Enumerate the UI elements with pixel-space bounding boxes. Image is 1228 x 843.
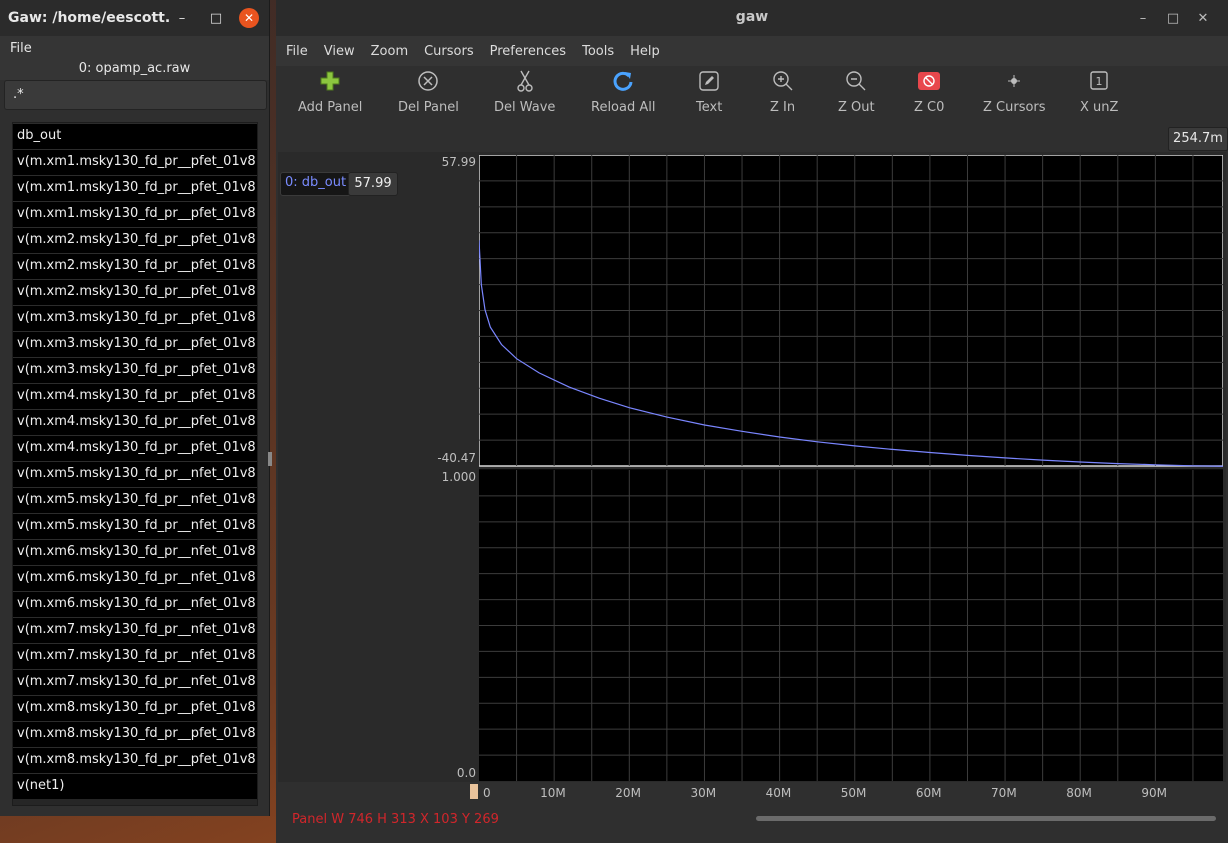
x-unzoom-icon: 1 [1088,66,1110,96]
wave-list-item[interactable]: db_out [13,123,257,149]
wave-list-item[interactable]: v(m.xm2.msky130_fd_pr__pfet_01v8 [13,279,257,305]
maximize-icon[interactable]: □ [1162,7,1184,29]
close-icon[interactable]: ✕ [1192,7,1214,29]
wave-list-item[interactable]: v(m.xm2.msky130_fd_pr__pfet_01v8 [13,253,257,279]
x-tick-label: 0 [483,786,491,800]
maximize-icon[interactable]: □ [205,7,227,29]
wave-list-item[interactable]: v(m.xm2.msky130_fd_pr__pfet_01v8 [13,227,257,253]
close-icon[interactable]: ✕ [239,8,259,28]
x-axis-labels: 0 10M 20M 30M 40M 50M 60M 70M 80M 90M [276,786,1228,804]
wave-list-item[interactable]: v(m.xm8.msky130_fd_pr__pfet_01v8 [13,747,257,773]
horizontal-scrollbar[interactable] [756,816,1216,821]
main-window-title: gaw [735,9,769,25]
menu-zoom[interactable]: Zoom [371,44,408,59]
wave-list-item[interactable]: v(m.xm8.msky130_fd_pr__pfet_01v8 [13,695,257,721]
x-tick-label: 50M [840,786,867,800]
svg-text:1: 1 [1096,75,1103,88]
menu-file[interactable]: File [286,44,308,59]
del-wave-button[interactable]: Del Wave [494,66,555,115]
wave-filter-input[interactable]: .* [4,80,267,110]
wave-list-item[interactable]: v(m.xm7.msky130_fd_pr__nfet_01v8 [13,617,257,643]
wave-list-item[interactable]: v(m.xm1.msky130_fd_pr__pfet_01v8 [13,201,257,227]
wave-list-item[interactable]: v(m.xm4.msky130_fd_pr__pfet_01v8 [13,435,257,461]
left-menubar: File [0,36,269,60]
menu-file[interactable]: File [10,41,32,56]
raw-file-label: 0: opamp_ac.raw [0,60,269,80]
wave-list-item[interactable]: v(m.xm4.msky130_fd_pr__pfet_01v8 [13,383,257,409]
zoom-cursors-icon [1007,66,1021,96]
y-min-label-top: -40.47 [437,451,476,465]
wave-list-item[interactable]: v(m.xm3.msky130_fd_pr__pfet_01v8 [13,357,257,383]
wave-list-item[interactable]: v(m.xm5.msky130_fd_pr__nfet_01v8 [13,487,257,513]
wave-list-item[interactable]: v(m.xm6.msky130_fd_pr__nfet_01v8 [13,539,257,565]
wave-list-item[interactable]: v(m.xm6.msky130_fd_pr__nfet_01v8 [13,591,257,617]
wave-value: 57.99 [348,172,398,196]
wave-list-window: Gaw: /home/eescott... – □ ✕ File 0: opam… [0,0,270,816]
main-titlebar[interactable]: gaw – □ ✕ [276,0,1228,36]
gaw-main-window: gaw – □ ✕ File View Zoom Cursors Prefere… [276,0,1228,843]
wave-list-item[interactable]: v(m.xm6.msky130_fd_pr__nfet_01v8 [13,565,257,591]
wave-list-item[interactable]: v(m.xm7.msky130_fd_pr__nfet_01v8 [13,643,257,669]
cursor-readout: 254.7m [1168,127,1228,151]
scissors-icon [514,66,536,96]
y-max-label-top: 57.99 [441,155,476,169]
zoom-in-icon [772,66,794,96]
x-tick-label: 20M [615,786,641,800]
wave-list-item[interactable]: v(m.xm8.msky130_fd_pr__pfet_01v8 [13,721,257,747]
x-unzoom-button[interactable]: 1 X unZ [1080,66,1118,115]
zoom-out-button[interactable]: Z Out [838,66,875,115]
x-tick-label: 10M [540,786,566,800]
pencil-icon [698,66,720,96]
x-tick-label: 40M [765,786,792,800]
del-panel-button[interactable]: Del Panel [398,66,459,115]
reload-all-button[interactable]: Reload All [591,66,655,115]
menu-cursors[interactable]: Cursors [424,44,474,59]
panel-bottom[interactable] [479,469,1223,781]
waveform-panels[interactable] [479,155,1223,781]
panel-top[interactable] [479,155,1223,467]
zoom-cursors-button[interactable]: Z Cursors [983,66,1046,115]
menu-tools[interactable]: Tools [582,44,614,59]
wave-list-item[interactable]: v(m.xm3.msky130_fd_pr__pfet_01v8 [13,331,257,357]
wave-list-item[interactable]: v(m.xm5.msky130_fd_pr__nfet_01v8 [13,461,257,487]
wave-list-item[interactable]: v(m.xm5.msky130_fd_pr__nfet_01v8 [13,513,257,539]
x-tick-label: 90M [1141,786,1167,800]
wave-button-db-out[interactable]: 0: db_out [280,172,352,196]
main-menubar: File View Zoom Cursors Preferences Tools… [276,36,1228,66]
minimize-icon[interactable]: – [171,7,193,29]
left-window-title: Gaw: /home/eescott... [8,10,171,26]
circle-x-icon [417,66,439,96]
wave-list-item[interactable]: v(m.xm7.msky130_fd_pr__nfet_01v8 [13,669,257,695]
y-min-label-bottom: 0.0 [456,766,476,780]
x-tick-label: 60M [915,786,942,800]
plus-icon [319,66,341,96]
toolbar: Add Panel Del Panel Del Wave Reload All … [276,66,1228,128]
wave-list[interactable]: db_out v(m.xm1.msky130_fd_pr__pfet_01v8 v(… [12,122,258,806]
x-tick-label: 70M [991,786,1017,800]
left-titlebar[interactable]: Gaw: /home/eescott... – □ ✕ [0,0,269,36]
x-tick-label: 80M [1066,786,1092,800]
wave-list-item[interactable]: v(net1) [13,773,257,799]
minimize-icon[interactable]: – [1132,7,1154,29]
text-button[interactable]: Text [696,66,722,115]
zoom-c0-icon [917,66,941,96]
y-max-label-bottom: 1.000 [441,470,476,484]
menu-preferences[interactable]: Preferences [490,44,566,59]
wave-list-item[interactable]: v(m.xm4.msky130_fd_pr__pfet_01v8 [13,409,257,435]
reload-icon [612,66,634,96]
add-panel-button[interactable]: Add Panel [298,66,362,115]
status-text: Panel W 746 H 313 X 103 Y 269 [292,812,499,827]
zoom-out-icon [845,66,867,96]
menu-view[interactable]: View [324,44,355,59]
left-scroll-handle[interactable] [268,452,272,466]
zoom-c0-button[interactable]: Z C0 [914,66,944,115]
wave-list-item[interactable]: v(m.xm3.msky130_fd_pr__pfet_01v8 [13,305,257,331]
wave-list-item[interactable]: v(m.xm1.msky130_fd_pr__pfet_01v8 [13,175,257,201]
x-tick-label: 30M [690,786,717,800]
menu-help[interactable]: Help [630,44,660,59]
wave-list-item[interactable]: v(m.xm1.msky130_fd_pr__pfet_01v8 [13,149,257,175]
zoom-in-button[interactable]: Z In [770,66,795,115]
